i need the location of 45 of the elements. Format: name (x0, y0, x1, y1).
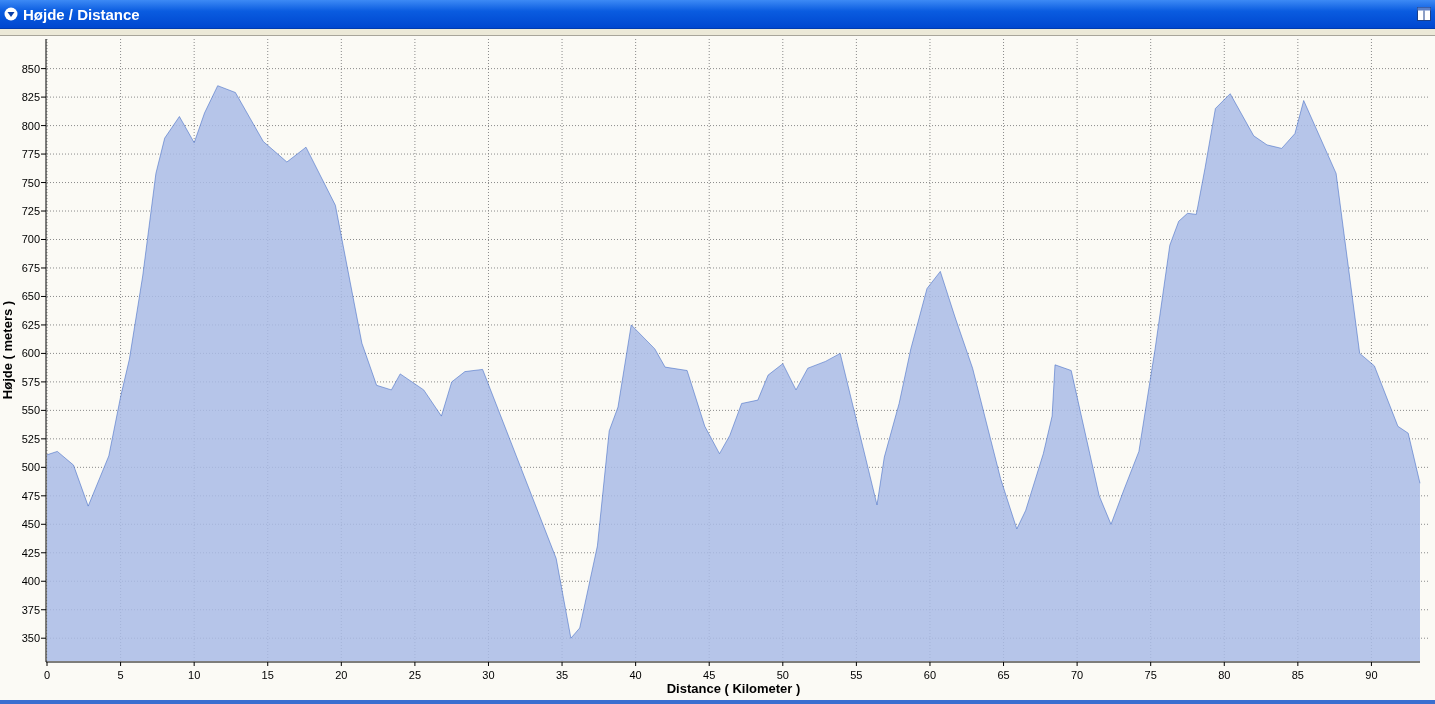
y-tick-label: 750 (21, 176, 40, 189)
y-tick-label: 725 (21, 205, 40, 217)
x-tick-label: 15 (261, 669, 274, 681)
y-tick-label: 550 (21, 404, 40, 417)
y-tick-label: 600 (21, 347, 40, 360)
x-tick-label: 40 (629, 669, 642, 681)
collapse-icon[interactable] (4, 7, 18, 21)
x-tick-label: 5 (117, 669, 124, 681)
y-tick-label: 800 (21, 119, 40, 132)
y-tick-label: 775 (21, 148, 40, 161)
x-tick-label: 75 (1144, 669, 1157, 681)
panel-layout-icon[interactable] (1417, 7, 1431, 21)
y-tick-label: 850 (21, 62, 40, 75)
y-tick-label: 825 (21, 91, 40, 104)
x-tick-label: 80 (1218, 669, 1231, 681)
x-tick-label: 45 (703, 669, 716, 681)
x-tick-label: 90 (1365, 669, 1378, 681)
x-tick-label: 30 (482, 669, 495, 681)
x-tick-label: 85 (1291, 669, 1304, 681)
y-axis-title: Højde ( meters ) (0, 300, 15, 400)
y-tick-label: 400 (21, 575, 40, 588)
x-tick-label: 60 (923, 669, 937, 681)
y-tick-label: 700 (21, 233, 40, 246)
y-tick-label: 450 (21, 518, 40, 531)
y-tick-label: 500 (21, 461, 40, 474)
x-axis-title: Distance ( Kilometer ) (666, 681, 801, 696)
y-tick-label: 625 (21, 318, 40, 331)
y-tick-label: 575 (21, 375, 40, 388)
y-tick-label: 375 (21, 603, 40, 616)
x-tick-label: 55 (850, 669, 863, 681)
x-tick-label: 0 (43, 669, 51, 681)
x-tick-label: 70 (1071, 669, 1084, 681)
y-tick-label: 650 (21, 290, 40, 303)
x-tick-label: 20 (335, 669, 348, 681)
x-tick-label: 25 (408, 669, 421, 681)
y-tick-label: 525 (21, 432, 40, 445)
y-tick-label: 475 (21, 489, 40, 502)
y-tick-label: 675 (21, 262, 40, 274)
x-tick-label: 35 (555, 669, 569, 681)
y-tick-label: 350 (21, 632, 40, 645)
x-tick-label: 10 (188, 669, 201, 681)
y-tick-label: 425 (21, 546, 40, 559)
x-tick-label: 65 (997, 669, 1010, 681)
window-title: Højde / Distance (23, 5, 141, 23)
x-tick-label: 50 (776, 669, 789, 681)
